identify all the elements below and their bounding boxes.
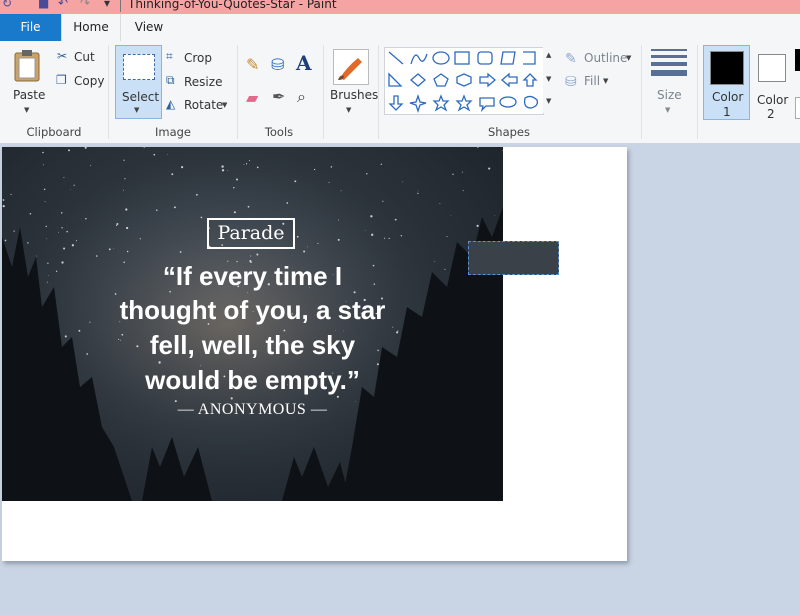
quote-line: fell, well, the sky (149, 330, 356, 360)
brushes-dropdown-icon[interactable]: ▼ (346, 106, 351, 114)
redo-icon[interactable]: ↷ (80, 0, 90, 10)
clipboard-group-label: Clipboard (26, 125, 82, 139)
magnifier-icon[interactable]: ⌕ (297, 87, 306, 107)
divider (641, 45, 642, 139)
shapes-gallery[interactable] (384, 47, 544, 115)
copy-label: Copy (74, 74, 105, 88)
ribbon-tabs: File Home View (0, 14, 800, 42)
shapes-scrollbar[interactable]: ▲ ▼ ▼ (543, 47, 557, 113)
paste-icon (14, 50, 40, 82)
color2-button[interactable]: Color 2 (751, 45, 795, 121)
outline-icon: ✎ (565, 51, 577, 67)
resize-icon: ⧉ (166, 73, 175, 87)
divider (378, 45, 379, 139)
scissors-icon: ✂ (57, 49, 68, 63)
cut-label: Cut (74, 50, 95, 64)
undo-icon[interactable]: ↶ (58, 0, 68, 10)
eraser-icon[interactable]: ▰ (246, 88, 258, 107)
customize-toolbar-icon[interactable]: ▾ (104, 0, 110, 10)
paint-app-icon[interactable]: ↻ (2, 0, 12, 10)
text-tool-icon[interactable]: A (296, 51, 312, 75)
title-separator (120, 0, 121, 12)
quote-attribution: — ANONYMOUS — (177, 401, 328, 418)
rotate-icon: ◭ (166, 97, 176, 111)
paste-dropdown-icon[interactable]: ▼ (24, 106, 29, 114)
color2-number: 2 (767, 107, 775, 121)
quote-line: would be empty.” (145, 365, 360, 395)
starry-sky-photo[interactable]: Parade “If every time I thought of you, … (2, 147, 503, 501)
divider (237, 45, 238, 139)
color-picker-icon[interactable]: ✒ (272, 87, 285, 106)
size-dropdown-icon[interactable]: ▼ (665, 106, 670, 114)
image-group-label: Image (154, 125, 192, 139)
fill-label: Fill (584, 74, 601, 88)
size-icon (651, 49, 687, 76)
color2-swatch (758, 54, 786, 82)
parade-logo: Parade (207, 218, 295, 249)
color2-label: Color (757, 93, 789, 107)
brush-icon (333, 49, 369, 85)
brushes-label: Brushes (330, 88, 379, 102)
color1-label: Color (712, 90, 744, 104)
title-bar: ↻ ■ ↶ ↷ ▾ Thinking-of-You-Quotes-Star - … (0, 0, 800, 14)
select-dropdown-icon[interactable]: ▼ (134, 106, 139, 114)
pencil-icon[interactable]: ✎ (246, 55, 259, 74)
tab-view[interactable]: View (124, 14, 174, 41)
color1-swatch (710, 51, 744, 85)
select-icon (123, 54, 155, 80)
canvas-area[interactable]: Parade “If every time I thought of you, … (0, 143, 800, 615)
palette-swatch[interactable] (795, 97, 800, 119)
select-button[interactable]: Select ▼ (115, 45, 162, 119)
scroll-more-icon[interactable]: ▼ (546, 97, 551, 105)
fill-bucket-icon[interactable]: ⛁ (271, 55, 284, 74)
ribbon: Paste ▼ ✂ Cut ❐ Copy Clipboard Select ▼ … (0, 41, 800, 144)
divider (323, 45, 324, 139)
quote-line: “If every time I (162, 261, 343, 291)
crop-label: Crop (184, 51, 213, 65)
tab-home[interactable]: Home (61, 14, 121, 42)
divider (108, 45, 109, 139)
divider (697, 45, 698, 139)
scroll-up-icon[interactable]: ▲ (546, 51, 551, 59)
paste-label: Paste (13, 88, 46, 102)
color1-number: 1 (723, 105, 731, 119)
drawing-canvas[interactable]: Parade “If every time I thought of you, … (2, 147, 627, 561)
outline-dropdown-icon[interactable]: ▼ (626, 54, 631, 62)
shapes-icons (388, 51, 539, 114)
color1-button[interactable]: Color 1 (703, 45, 750, 120)
select-label: Select (122, 90, 160, 104)
quote-line: thought of you, a star (119, 295, 386, 325)
tab-file[interactable]: File (0, 14, 61, 41)
copy-icon: ❐ (56, 73, 67, 87)
fill-dropdown-icon[interactable]: ▼ (603, 77, 608, 85)
outline-label: Outline (584, 51, 628, 65)
window-title: Thinking-of-You-Quotes-Star - Paint (128, 0, 337, 11)
rotate-label: Rotate (184, 98, 224, 112)
crop-icon: ⌗ (166, 49, 173, 63)
resize-label: Resize (184, 75, 223, 89)
tools-group-label: Tools (264, 125, 294, 139)
scroll-down-icon[interactable]: ▼ (546, 75, 551, 83)
rotate-dropdown-icon[interactable]: ▼ (222, 101, 227, 109)
size-label: Size (657, 88, 682, 102)
selection-marquee[interactable] (468, 241, 559, 275)
fill-icon: ⛁ (565, 74, 577, 90)
save-icon[interactable]: ■ (38, 0, 49, 10)
palette-swatch[interactable] (795, 49, 800, 71)
shapes-group-label: Shapes (487, 125, 530, 139)
